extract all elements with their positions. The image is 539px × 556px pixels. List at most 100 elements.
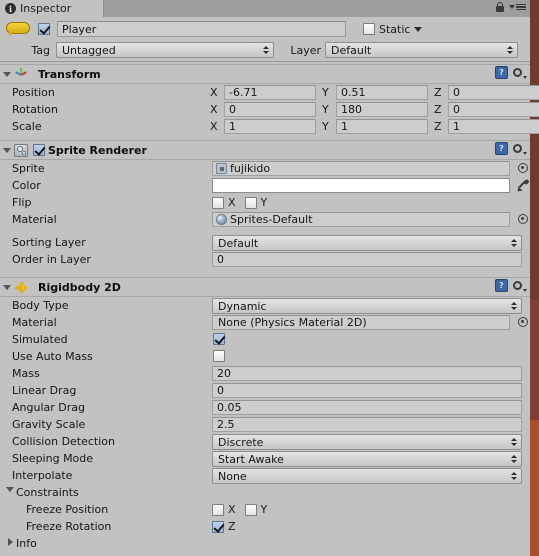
freeze-rotation-group: Z — [212, 520, 241, 533]
help-book-icon[interactable]: ? — [495, 66, 508, 79]
rb-material-object-field[interactable]: None (Physics Material 2D) — [212, 315, 510, 330]
static-toggle-group[interactable]: Static — [355, 23, 423, 36]
freeze-position-y-label: Y — [260, 503, 268, 516]
row-angular-drag: Angular Drag 0.05 — [0, 399, 530, 416]
transform-header[interactable]: Transform ? — [0, 64, 530, 84]
rb-material-object-picker-icon[interactable] — [518, 317, 528, 327]
scale-fields: X 1 Y 1 Z 1 — [210, 119, 539, 134]
rigidbody-2d-header[interactable]: Rigidbody 2D ? — [0, 277, 530, 297]
sprite-renderer-header[interactable]: Sprite Renderer ? — [0, 140, 530, 160]
material-object-picker-icon[interactable] — [518, 214, 528, 224]
row-simulated: Simulated — [0, 331, 530, 348]
sorting-layer-dropdown[interactable]: Default — [212, 235, 522, 251]
sleeping-mode-dropdown[interactable]: Start Awake — [212, 451, 522, 467]
transform-title: Transform — [38, 67, 101, 81]
collision-detection-dropdown[interactable]: Discrete — [212, 434, 522, 450]
simulated-checkbox[interactable] — [213, 333, 225, 345]
use-auto-mass-checkbox[interactable] — [213, 350, 225, 362]
layer-dropdown-value: Default — [331, 43, 372, 57]
position-x-input[interactable]: -6.71 — [224, 85, 316, 100]
rigidbody-2d-icon — [14, 280, 28, 294]
gear-icon[interactable] — [513, 67, 527, 79]
gameobject-name-input[interactable]: Player — [57, 21, 346, 37]
freeze-rotation-z-checkbox[interactable] — [212, 520, 224, 533]
row-constraints[interactable]: Constraints — [0, 484, 530, 501]
sprite-thumb-icon — [216, 163, 227, 174]
rotation-x-input[interactable]: 0 — [224, 102, 316, 117]
row-sprite: Sprite fujikido — [0, 160, 530, 177]
sprite-object-field[interactable]: fujikido — [212, 161, 510, 176]
rotation-z-input[interactable]: 0 — [448, 102, 539, 117]
rigidbody-2d-foldout-arrow[interactable] — [0, 284, 13, 290]
color-label: Color — [12, 179, 41, 192]
interpolate-dropdown[interactable]: None — [212, 468, 522, 484]
flip-x-label: X — [228, 196, 236, 209]
scale-z-input[interactable]: 1 — [448, 119, 539, 134]
row-body-type: Body Type Dynamic — [0, 297, 530, 314]
row-info[interactable]: Info — [0, 535, 530, 551]
info-foldout-arrow[interactable] — [4, 538, 17, 546]
help-book-icon[interactable]: ? — [495, 142, 508, 155]
order-in-layer-label: Order in Layer — [12, 253, 91, 266]
freeze-position-x-checkbox[interactable] — [212, 503, 224, 516]
collision-detection-label: Collision Detection — [12, 435, 116, 448]
row-flip: Flip X Y — [0, 194, 530, 211]
sprite-renderer-enabled-checkbox[interactable] — [33, 144, 45, 156]
help-book-icon[interactable]: ? — [495, 279, 508, 292]
scale-y-input[interactable]: 1 — [336, 119, 428, 134]
scale-y-label: Y — [322, 120, 329, 133]
linear-drag-label: Linear Drag — [12, 384, 77, 397]
flip-label: Flip — [12, 196, 32, 209]
position-fields: X -6.71 Y 0.51 Z 0 — [210, 85, 539, 100]
freeze-position-y-checkbox[interactable] — [244, 503, 257, 516]
rb-material-label: Material — [12, 316, 57, 329]
gameobject-enabled-checkbox[interactable] — [38, 23, 50, 35]
gravity-scale-input[interactable]: 2.5 — [212, 417, 522, 432]
static-dropdown-icon[interactable] — [414, 26, 423, 32]
color-swatch[interactable] — [212, 178, 510, 193]
angular-drag-input[interactable]: 0.05 — [212, 400, 522, 415]
tab-inspector[interactable]: i Inspector — [0, 0, 104, 17]
rotation-z-label: Z — [434, 103, 442, 116]
tab-bar-controls — [496, 2, 526, 12]
position-label: Position — [12, 86, 55, 99]
material-object-field[interactable]: Sprites-Default — [212, 212, 510, 227]
row-scale: Scale X 1 Y 1 Z 1 — [0, 118, 539, 135]
window-right-edge — [530, 0, 539, 556]
static-checkbox[interactable] — [363, 23, 375, 35]
gear-icon[interactable] — [513, 143, 527, 155]
freeze-position-group: X Y — [212, 503, 272, 516]
layer-dropdown[interactable]: Default — [325, 42, 518, 58]
linear-drag-input[interactable]: 0 — [212, 383, 522, 398]
flip-x-checkbox[interactable] — [212, 196, 224, 209]
constraints-foldout-arrow[interactable] — [3, 487, 16, 492]
scale-x-input[interactable]: 1 — [224, 119, 316, 134]
row-collision-detection: Collision Detection Discrete — [0, 433, 530, 450]
tag-layer-row: Tag Untagged Layer Default — [0, 41, 530, 59]
rotation-y-input[interactable]: 180 — [336, 102, 428, 117]
hamburger-menu-icon[interactable] — [509, 3, 526, 11]
gravity-scale-label: Gravity Scale — [12, 418, 86, 431]
order-in-layer-input[interactable]: 0 — [212, 252, 522, 267]
row-position: Position X -6.71 Y 0.51 Z 0 — [0, 84, 539, 101]
mass-input[interactable]: 20 — [212, 366, 522, 381]
sleeping-mode-label: Sleeping Mode — [12, 452, 94, 465]
lock-icon[interactable] — [496, 2, 504, 12]
body-type-dropdown[interactable]: Dynamic — [212, 298, 522, 314]
position-y-input[interactable]: 0.51 — [336, 85, 428, 100]
position-z-input[interactable]: 0 — [448, 85, 539, 100]
sprite-object-picker-icon[interactable] — [518, 163, 528, 173]
edge-segment-mid — [530, 300, 539, 420]
freeze-rotation-label: Freeze Rotation — [26, 520, 112, 533]
sprite-renderer-foldout-arrow[interactable] — [0, 147, 13, 153]
transform-foldout-arrow[interactable] — [0, 71, 13, 77]
row-use-auto-mass: Use Auto Mass — [0, 348, 530, 365]
flip-y-checkbox[interactable] — [244, 196, 257, 209]
freeze-position-x-label: X — [228, 503, 236, 516]
eyedropper-icon[interactable] — [515, 178, 530, 194]
gameobject-header: Player Static Tag Untagged Layer Default — [0, 17, 530, 62]
gear-icon[interactable] — [513, 280, 527, 292]
position-y-label: Y — [322, 86, 329, 99]
tag-dropdown[interactable]: Untagged — [56, 42, 274, 58]
interpolate-label: Interpolate — [12, 469, 73, 482]
